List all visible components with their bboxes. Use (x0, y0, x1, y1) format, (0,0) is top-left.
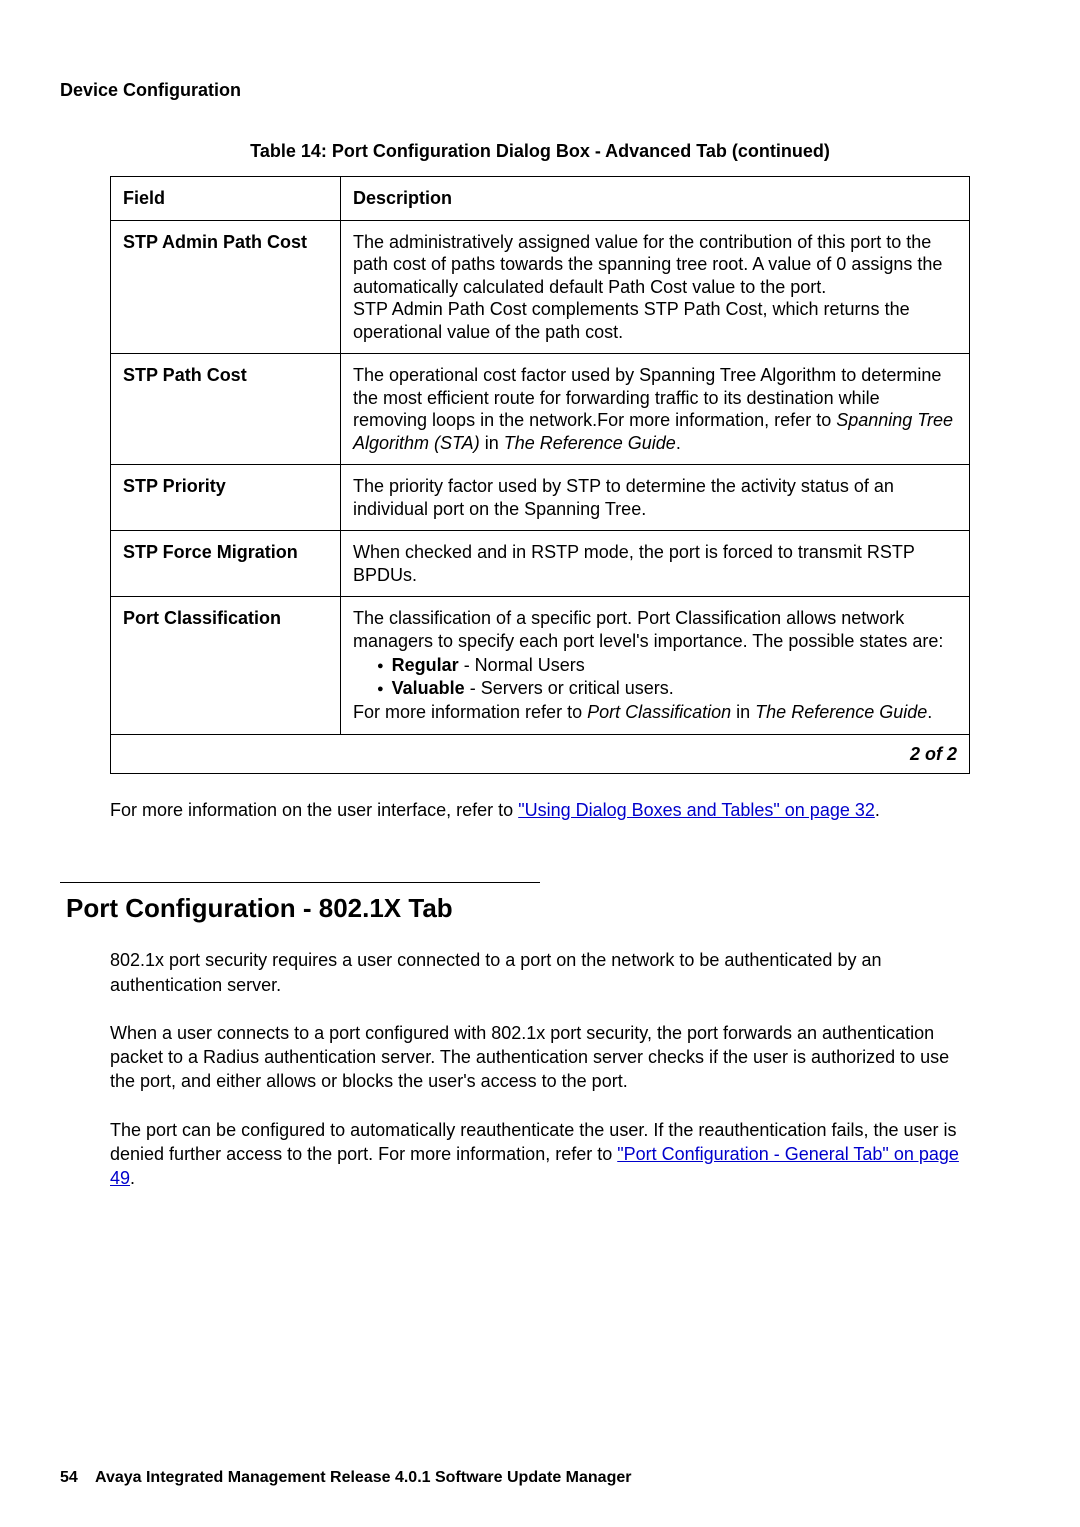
page-number: 54 (60, 1469, 78, 1486)
table-row: STP Priority The priority factor used by… (111, 465, 970, 531)
col-field: Field (111, 177, 341, 221)
body-paragraph: The port can be configured to automatica… (110, 1118, 970, 1191)
desc-em: Port Classification (587, 702, 731, 722)
body-paragraph: When a user connects to a port configure… (110, 1021, 970, 1094)
footer-title: Avaya Integrated Management Release 4.0.… (95, 1469, 631, 1486)
desc-em: The Reference Guide (504, 433, 676, 453)
table-row: STP Force Migration When checked and in … (111, 531, 970, 597)
bullet-rest: - Normal Users (459, 655, 585, 675)
desc-text: The classification of a specific port. P… (353, 608, 943, 651)
cell-description: The administratively assigned value for … (341, 220, 970, 354)
cell-description: The classification of a specific port. P… (341, 597, 970, 735)
body-paragraph: For more information on the user interfa… (110, 798, 970, 822)
cell-field: STP Force Migration (111, 531, 341, 597)
body-paragraph: 802.1x port security requires a user con… (110, 948, 970, 997)
xref-link[interactable]: "Using Dialog Boxes and Tables" on page … (518, 800, 875, 820)
cell-field: STP Priority (111, 465, 341, 531)
section-heading: Port Configuration - 802.1X Tab (66, 893, 1020, 924)
desc-text: The administratively assigned value for … (353, 232, 942, 297)
text: For more information on the user interfa… (110, 800, 518, 820)
page-footer: 54 Avaya Integrated Management Release 4… (60, 1469, 631, 1487)
bullet-bold: Regular (392, 655, 459, 675)
cell-field: STP Path Cost (111, 354, 341, 465)
text: . (875, 800, 880, 820)
desc-text: For more information refer to (353, 702, 587, 722)
desc-text: in (731, 702, 755, 722)
table-header-row: Field Description (111, 177, 970, 221)
cell-field: Port Classification (111, 597, 341, 735)
table-caption: Table 14: Port Configuration Dialog Box … (110, 141, 970, 162)
col-description: Description (341, 177, 970, 221)
table-row: STP Path Cost The operational cost facto… (111, 354, 970, 465)
config-table: Field Description STP Admin Path Cost Th… (110, 176, 970, 774)
pagecount: 2 of 2 (111, 734, 970, 774)
bullet-bold: Valuable (392, 678, 465, 698)
cell-description: The operational cost factor used by Span… (341, 354, 970, 465)
text: . (130, 1168, 135, 1188)
bullet-rest: - Servers or critical users. (465, 678, 674, 698)
list-item: Valuable - Servers or critical users. (377, 677, 957, 700)
list-item: Regular - Normal Users (377, 654, 957, 677)
table-row: STP Admin Path Cost The administratively… (111, 220, 970, 354)
bullet-list: Regular - Normal Users Valuable - Server… (353, 654, 957, 699)
desc-text: . (927, 702, 932, 722)
table-row: Port Classification The classification o… (111, 597, 970, 735)
section-divider (60, 882, 540, 883)
desc-em: The Reference Guide (755, 702, 927, 722)
cell-field: STP Admin Path Cost (111, 220, 341, 354)
table-pagecount-row: 2 of 2 (111, 734, 970, 774)
desc-text: in (480, 433, 504, 453)
desc-text: STP Admin Path Cost complements STP Path… (353, 299, 910, 342)
page-header: Device Configuration (60, 80, 1020, 101)
desc-text: . (676, 433, 681, 453)
cell-description: When checked and in RSTP mode, the port … (341, 531, 970, 597)
cell-description: The priority factor used by STP to deter… (341, 465, 970, 531)
